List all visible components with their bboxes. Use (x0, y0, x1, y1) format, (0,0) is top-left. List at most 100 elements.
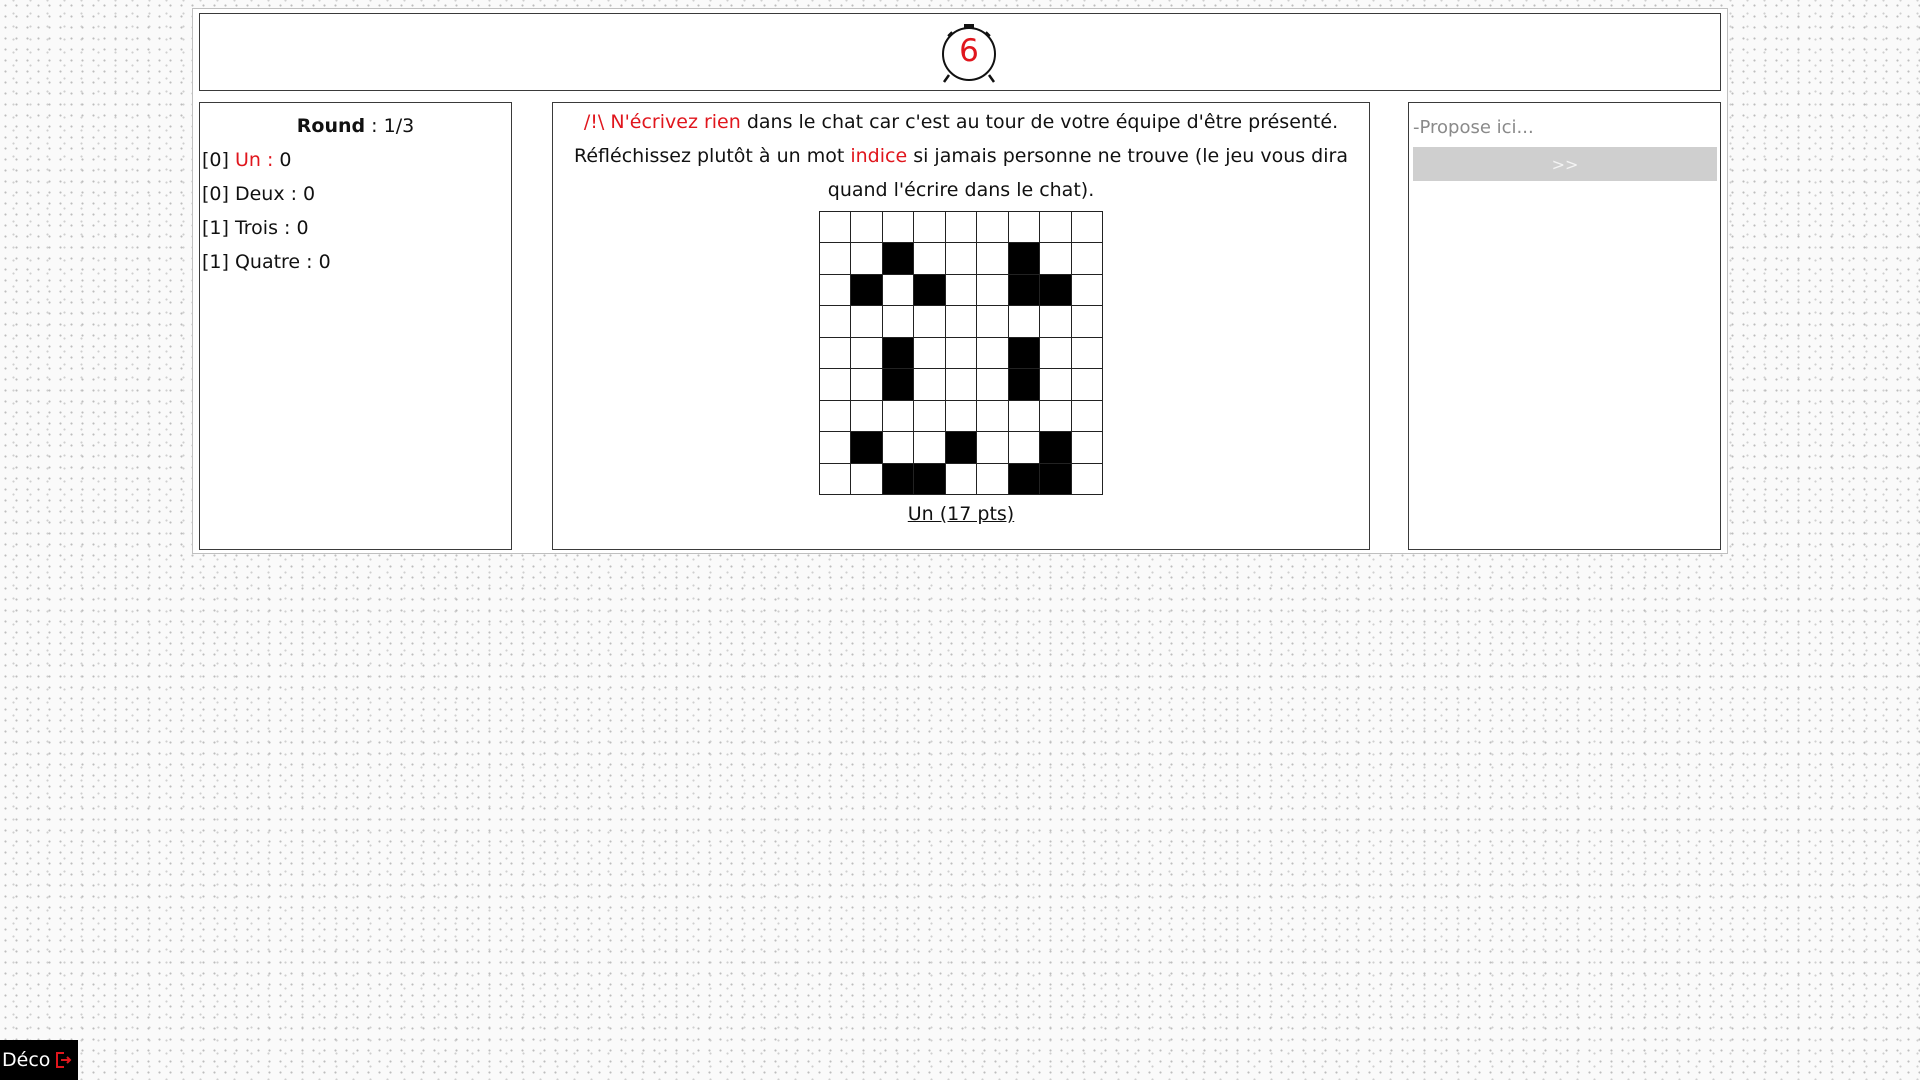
grid-cell (820, 432, 852, 464)
team-score-row: [0] Deux : 0 (202, 177, 509, 211)
keyword-text: indice (850, 145, 908, 167)
grid-cell (851, 212, 883, 244)
team-score: : 0 (277, 217, 309, 239)
grid-cell (914, 432, 946, 464)
grid-cell (914, 306, 946, 338)
grid-cell (945, 463, 978, 495)
grid-cell (882, 432, 915, 464)
logout-button[interactable]: Déco (0, 1040, 78, 1080)
grid-cell (1040, 369, 1072, 401)
instructions-line1: dans le chat car c'est au tour de votre … (740, 111, 1339, 133)
team-player-count: [0] (202, 183, 235, 205)
team-score-row: [0] Un : 0 (202, 149, 292, 171)
grid-cell (820, 212, 852, 244)
grid-cell (945, 432, 978, 464)
logout-label: Déco (2, 1049, 51, 1071)
grid-cell (977, 306, 1009, 338)
grid-cell (914, 212, 946, 244)
grid-cell (1040, 274, 1072, 307)
grid-cell (1040, 212, 1072, 244)
round-indicator: Round : 1/3 (202, 109, 509, 143)
grid-cell (1040, 432, 1072, 464)
grid-cell (1071, 306, 1103, 338)
grid-cell (977, 432, 1009, 464)
team-score: : 0 (284, 183, 316, 205)
pixel-drawing-grid (819, 211, 1103, 495)
grid-cell (851, 274, 883, 307)
team-score: : 0 (300, 251, 331, 273)
drawer-team-link[interactable]: Un (17 pts) (553, 497, 1369, 531)
team-name: Quatre (234, 251, 301, 273)
grid-cell (914, 463, 946, 495)
grid-cell (914, 369, 946, 401)
grid-cell (820, 369, 852, 401)
grid-cell (1071, 463, 1103, 495)
grid-cell (1008, 400, 1041, 433)
grid-cell (882, 212, 915, 244)
team-score-row: [1] Quatre : 0 (202, 245, 509, 279)
grid-cell (1040, 337, 1072, 370)
grid-cell (914, 274, 946, 307)
grid-cell (977, 337, 1009, 370)
grid-cell (851, 337, 883, 370)
timer-panel: 6 (199, 13, 1721, 91)
grid-cell (851, 400, 883, 433)
grid-cell (977, 212, 1009, 244)
team-name: Trois (234, 217, 278, 239)
grid-cell (977, 400, 1009, 433)
grid-cell (945, 337, 978, 370)
grid-cell (1008, 337, 1041, 370)
alarm-clock-timer: 6 (940, 24, 998, 86)
send-button[interactable]: >> (1413, 147, 1717, 181)
grid-cell (1071, 212, 1103, 244)
grid-cell (1008, 463, 1041, 495)
team-player-count: [1] (202, 251, 235, 273)
grid-cell (820, 463, 852, 495)
grid-cell (882, 243, 915, 275)
team-name: Un (234, 149, 261, 171)
grid-cell (945, 369, 978, 401)
grid-cell (1008, 243, 1041, 275)
game-container: 6 Round : 1/3 [0] Un : 0 [0] Deux : 0 [1… (192, 8, 1728, 554)
instructions-line2-start: Réfléchissez plutôt à un mot (574, 145, 851, 167)
grid-cell (945, 243, 978, 275)
grid-cell (820, 243, 852, 275)
grid-cell (914, 400, 946, 433)
grid-cell (977, 243, 1009, 275)
grid-cell (882, 306, 915, 338)
grid-cell (1040, 306, 1072, 338)
guess-input[interactable] (1411, 113, 1715, 141)
grid-cell (851, 463, 883, 495)
grid-cell (820, 274, 852, 307)
grid-cell (882, 400, 915, 433)
grid-cell (1071, 432, 1103, 464)
grid-cell (820, 400, 852, 433)
grid-cell (945, 306, 978, 338)
grid-cell (1040, 463, 1072, 495)
drawing-panel: /!\ N'écrivez rien dans le chat car c'es… (552, 102, 1370, 550)
grid-cell (977, 274, 1009, 307)
warning-text: /!\ N'écrivez rien (583, 111, 741, 133)
chat-panel: >> (1408, 102, 1721, 550)
logout-icon (56, 1052, 72, 1068)
grid-cell (820, 337, 852, 370)
grid-cell (945, 400, 978, 433)
grid-cell (945, 212, 978, 244)
grid-cell (820, 306, 852, 338)
grid-cell (1008, 369, 1041, 401)
grid-cell (1071, 243, 1103, 275)
grid-cell (882, 369, 915, 401)
grid-cell (851, 306, 883, 338)
grid-cell (1071, 369, 1103, 401)
grid-cell (1008, 432, 1041, 464)
grid-cell (914, 243, 946, 275)
grid-cell (1008, 306, 1041, 338)
team-score-row: [1] Trois : 0 (202, 211, 509, 245)
scoreboard-panel: Round : 1/3 [0] Un : 0 [0] Deux : 0 [1] … (199, 102, 512, 550)
timer-value: 6 (959, 33, 979, 69)
instructions-text: /!\ N'écrivez rien dans le chat car c'es… (561, 105, 1361, 207)
grid-cell (945, 274, 978, 307)
team-name: Deux (234, 183, 285, 205)
grid-cell (851, 369, 883, 401)
grid-cell (1008, 212, 1041, 244)
